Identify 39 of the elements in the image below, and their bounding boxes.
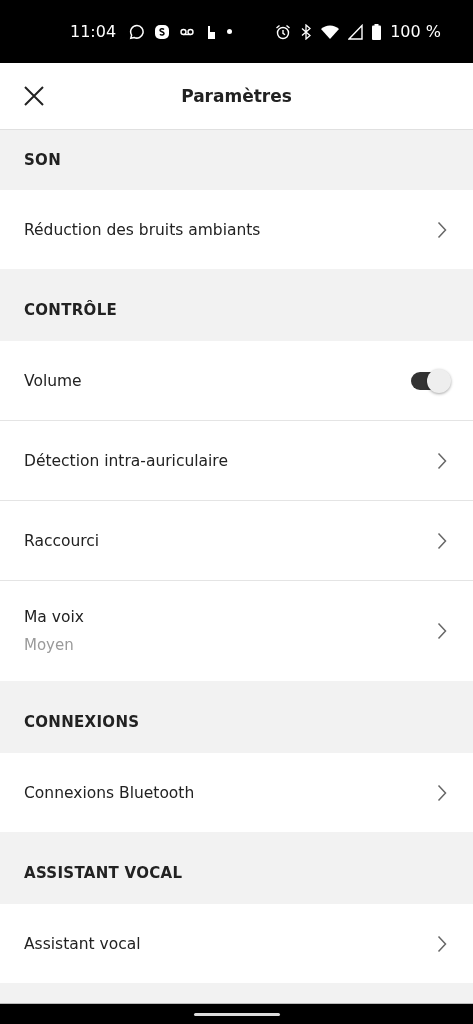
app-icon xyxy=(154,23,171,40)
settings-row[interactable]: Détection intra-auriculaire xyxy=(0,420,473,500)
section-header: CONTRÔLE xyxy=(23,299,119,321)
section-header: CONNEXIONS xyxy=(23,712,141,733)
battery-icon xyxy=(372,23,382,40)
row-label: Réduction des bruits ambiants xyxy=(24,220,262,239)
row-label: Connexions Bluetooth xyxy=(24,783,196,802)
chevron-icon xyxy=(437,531,447,550)
home-indicator[interactable] xyxy=(193,1012,280,1016)
row-label: Ma voix xyxy=(24,608,85,626)
settings-row[interactable]: Réduction des bruits ambiants xyxy=(0,190,473,269)
section-header: SON xyxy=(23,150,62,171)
row-label: Raccourci xyxy=(24,531,101,550)
chevron-icon xyxy=(437,783,447,802)
chevron-icon xyxy=(437,220,447,239)
chevron-icon xyxy=(437,622,447,640)
row-value: Moyen xyxy=(24,636,75,654)
toggle-switch[interactable] xyxy=(411,371,449,390)
settings-row[interactable]: Assistant vocal xyxy=(0,904,473,983)
close-icon[interactable] xyxy=(23,85,45,107)
battery-level: 100 % xyxy=(390,22,441,41)
clock: 11:04 xyxy=(70,22,117,41)
screen-title: Paramètres xyxy=(180,86,293,106)
row-label: Détection intra-auriculaire xyxy=(24,451,229,470)
alarm-icon xyxy=(275,23,292,40)
dot-icon xyxy=(227,29,233,34)
settings-row[interactable]: Raccourci xyxy=(0,500,473,580)
row-label: Volume xyxy=(24,371,83,390)
signal-icon xyxy=(348,23,364,40)
settings-row[interactable]: Ma voix Moyen xyxy=(0,580,473,681)
bluetooth-icon xyxy=(300,23,313,40)
chat-icon xyxy=(129,23,146,40)
chevron-icon xyxy=(437,451,447,470)
section-header: ASSISTANT VOCAL xyxy=(23,863,184,884)
chevron-icon xyxy=(437,934,447,953)
settings-row[interactable]: Connexions Bluetooth xyxy=(0,753,473,832)
wifi-icon xyxy=(321,23,340,40)
row-label: Assistant vocal xyxy=(24,934,142,953)
settings-row[interactable]: Volume xyxy=(0,341,473,420)
